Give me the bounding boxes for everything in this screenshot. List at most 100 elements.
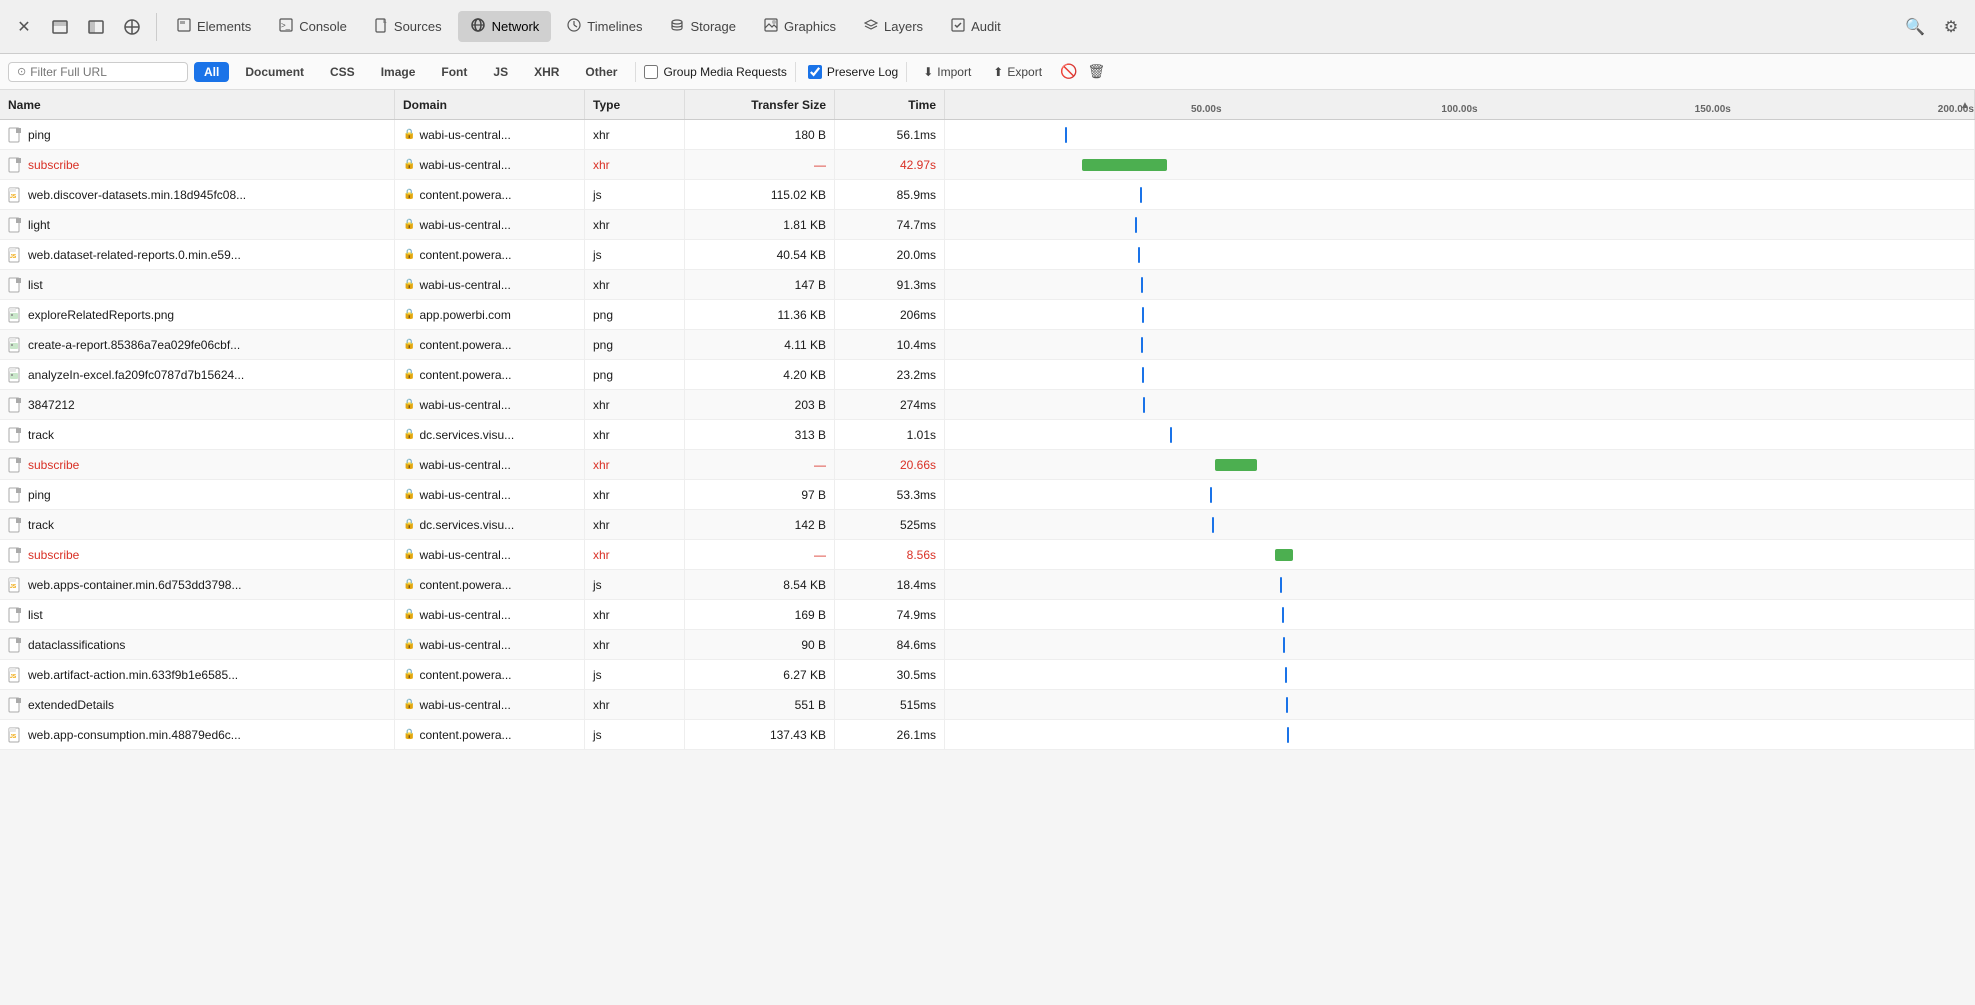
tab-timelines-label: Timelines [587, 19, 642, 34]
search-button[interactable]: 🔍 [1899, 11, 1931, 43]
timeline-tick [1065, 127, 1067, 143]
table-row[interactable]: JS web.dataset-related-reports.0.min.e59… [0, 240, 1975, 270]
size-text: 8.54 KB [783, 578, 826, 592]
tab-audit[interactable]: Audit [939, 12, 1013, 41]
time-text: 20.0ms [897, 248, 936, 262]
cell-timeline [945, 120, 1975, 149]
settings-button[interactable]: ⚙ [1935, 11, 1967, 43]
tab-elements[interactable]: Elements [165, 12, 263, 41]
tab-sources-label: Sources [394, 19, 442, 34]
tab-console[interactable]: >_ Console [267, 12, 359, 41]
lock-icon: 🔒 [403, 609, 415, 620]
col-timeline: 50.00s 100.00s 150.00s 200.00s ▲ [945, 90, 1975, 119]
table-row[interactable]: analyzeIn-excel.fa209fc0787d7b15624... 🔒… [0, 360, 1975, 390]
cell-domain: 🔒 dc.services.visu... [395, 510, 585, 539]
filter-clear-icon[interactable]: 🗑 [1087, 63, 1105, 80]
size-text: 137.43 KB [770, 728, 826, 742]
table-row[interactable]: ping 🔒 wabi-us-central... xhr 97 B 53.3m… [0, 480, 1975, 510]
import-button[interactable]: ⬇ Import [915, 62, 979, 82]
table-row[interactable]: list 🔒 wabi-us-central... xhr 169 B 74.9… [0, 600, 1975, 630]
col-time[interactable]: Time [835, 90, 945, 119]
table-row[interactable]: JS web.apps-container.min.6d753dd3798...… [0, 570, 1975, 600]
cell-name: light [0, 210, 395, 239]
svg-text:JS: JS [10, 584, 17, 590]
tab-network[interactable]: Network [458, 11, 552, 42]
tab-graphics-label: Graphics [784, 19, 836, 34]
filter-btn-image[interactable]: Image [371, 62, 426, 82]
col-type[interactable]: Type [585, 90, 685, 119]
file-icon [8, 277, 22, 293]
domain-text: wabi-us-central... [419, 398, 510, 412]
table-row[interactable]: dataclassifications 🔒 wabi-us-central...… [0, 630, 1975, 660]
table-row[interactable]: list 🔒 wabi-us-central... xhr 147 B 91.3… [0, 270, 1975, 300]
divider-1 [156, 13, 157, 41]
filter-input-wrap[interactable]: ⊙ [8, 62, 188, 82]
cell-name: JS web.artifact-action.min.633f9b1e6585.… [0, 660, 395, 689]
filter-btn-other[interactable]: Other [575, 62, 627, 82]
col-transfer-size[interactable]: Transfer Size [685, 90, 835, 119]
cell-time: 525ms [835, 510, 945, 539]
tab-timelines[interactable]: Timelines [555, 12, 654, 41]
filter-btn-css[interactable]: CSS [320, 62, 365, 82]
table-row[interactable]: track 🔒 dc.services.visu... xhr 142 B 52… [0, 510, 1975, 540]
table-row[interactable]: subscribe 🔒 wabi-us-central... xhr — 20.… [0, 450, 1975, 480]
cell-domain: 🔒 content.powera... [395, 240, 585, 269]
cell-type: xhr [585, 150, 685, 179]
timelines-icon [567, 18, 581, 35]
cell-type: js [585, 180, 685, 209]
name-text: web.apps-container.min.6d753dd3798... [28, 578, 242, 592]
cell-size: 8.54 KB [685, 570, 835, 599]
tab-graphics[interactable]: Graphics [752, 12, 848, 41]
cell-time: 30.5ms [835, 660, 945, 689]
size-text: 11.36 KB [778, 308, 826, 322]
tab-sources[interactable]: Sources [363, 12, 454, 42]
tab-storage[interactable]: Storage [658, 12, 748, 41]
name-text: subscribe [28, 548, 79, 562]
lock-icon: 🔒 [403, 669, 415, 680]
table-row[interactable]: 3847212 🔒 wabi-us-central... xhr 203 B 2… [0, 390, 1975, 420]
filter-btn-font[interactable]: Font [431, 62, 477, 82]
cell-domain: 🔒 wabi-us-central... [395, 540, 585, 569]
filter-btn-js[interactable]: JS [483, 62, 518, 82]
undock-button[interactable] [80, 11, 112, 43]
timeline-bar [1215, 459, 1257, 471]
export-button[interactable]: ⬆ Export [985, 62, 1050, 82]
table-row[interactable]: JS web.artifact-action.min.633f9b1e6585.… [0, 660, 1975, 690]
timeline-label-50: 50.00s [1191, 104, 1222, 115]
cell-name: create-a-report.85386a7ea029fe06cbf... [0, 330, 395, 359]
table-row[interactable]: extendedDetails 🔒 wabi-us-central... xhr… [0, 690, 1975, 720]
cell-timeline [945, 390, 1975, 419]
filter-input[interactable] [30, 65, 170, 79]
time-text: 8.56s [907, 548, 936, 562]
table-row[interactable]: ping 🔒 wabi-us-central... xhr 180 B 56.1… [0, 120, 1975, 150]
clear-icon[interactable]: 🚫 [1060, 63, 1077, 80]
tab-layers[interactable]: Layers [852, 12, 935, 41]
close-button[interactable]: ✕ [8, 11, 40, 43]
cell-domain: 🔒 wabi-us-central... [395, 120, 585, 149]
table-row[interactable]: subscribe 🔒 wabi-us-central... xhr — 42.… [0, 150, 1975, 180]
filter-btn-all[interactable]: All [194, 62, 229, 82]
timeline-tick [1138, 247, 1140, 263]
preserve-log-checkbox[interactable] [808, 65, 822, 79]
type-text: js [593, 248, 602, 262]
group-media-checkbox[interactable] [644, 65, 658, 79]
filter-btn-document[interactable]: Document [235, 62, 314, 82]
domain-text: wabi-us-central... [419, 218, 510, 232]
timeline-scroll-up[interactable]: ▲ [1956, 90, 1974, 119]
domain-text: wabi-us-central... [419, 608, 510, 622]
table-row[interactable]: JS web.app-consumption.min.48879ed6c... … [0, 720, 1975, 750]
table-body: ping 🔒 wabi-us-central... xhr 180 B 56.1… [0, 120, 1975, 1005]
filter-btn-xhr[interactable]: XHR [524, 62, 569, 82]
table-row[interactable]: light 🔒 wabi-us-central... xhr 1.81 KB 7… [0, 210, 1975, 240]
table-row[interactable]: track 🔒 dc.services.visu... xhr 313 B 1.… [0, 420, 1975, 450]
domain-text: wabi-us-central... [419, 128, 510, 142]
table-row[interactable]: subscribe 🔒 wabi-us-central... xhr — 8.5… [0, 540, 1975, 570]
table-row[interactable]: create-a-report.85386a7ea029fe06cbf... 🔒… [0, 330, 1975, 360]
dock-button[interactable] [44, 11, 76, 43]
inspect-button[interactable] [116, 11, 148, 43]
table-row[interactable]: exploreRelatedReports.png 🔒 app.powerbi.… [0, 300, 1975, 330]
col-domain[interactable]: Domain [395, 90, 585, 119]
cell-domain: 🔒 wabi-us-central... [395, 600, 585, 629]
col-name[interactable]: Name [0, 90, 395, 119]
table-row[interactable]: JS web.discover-datasets.min.18d945fc08.… [0, 180, 1975, 210]
